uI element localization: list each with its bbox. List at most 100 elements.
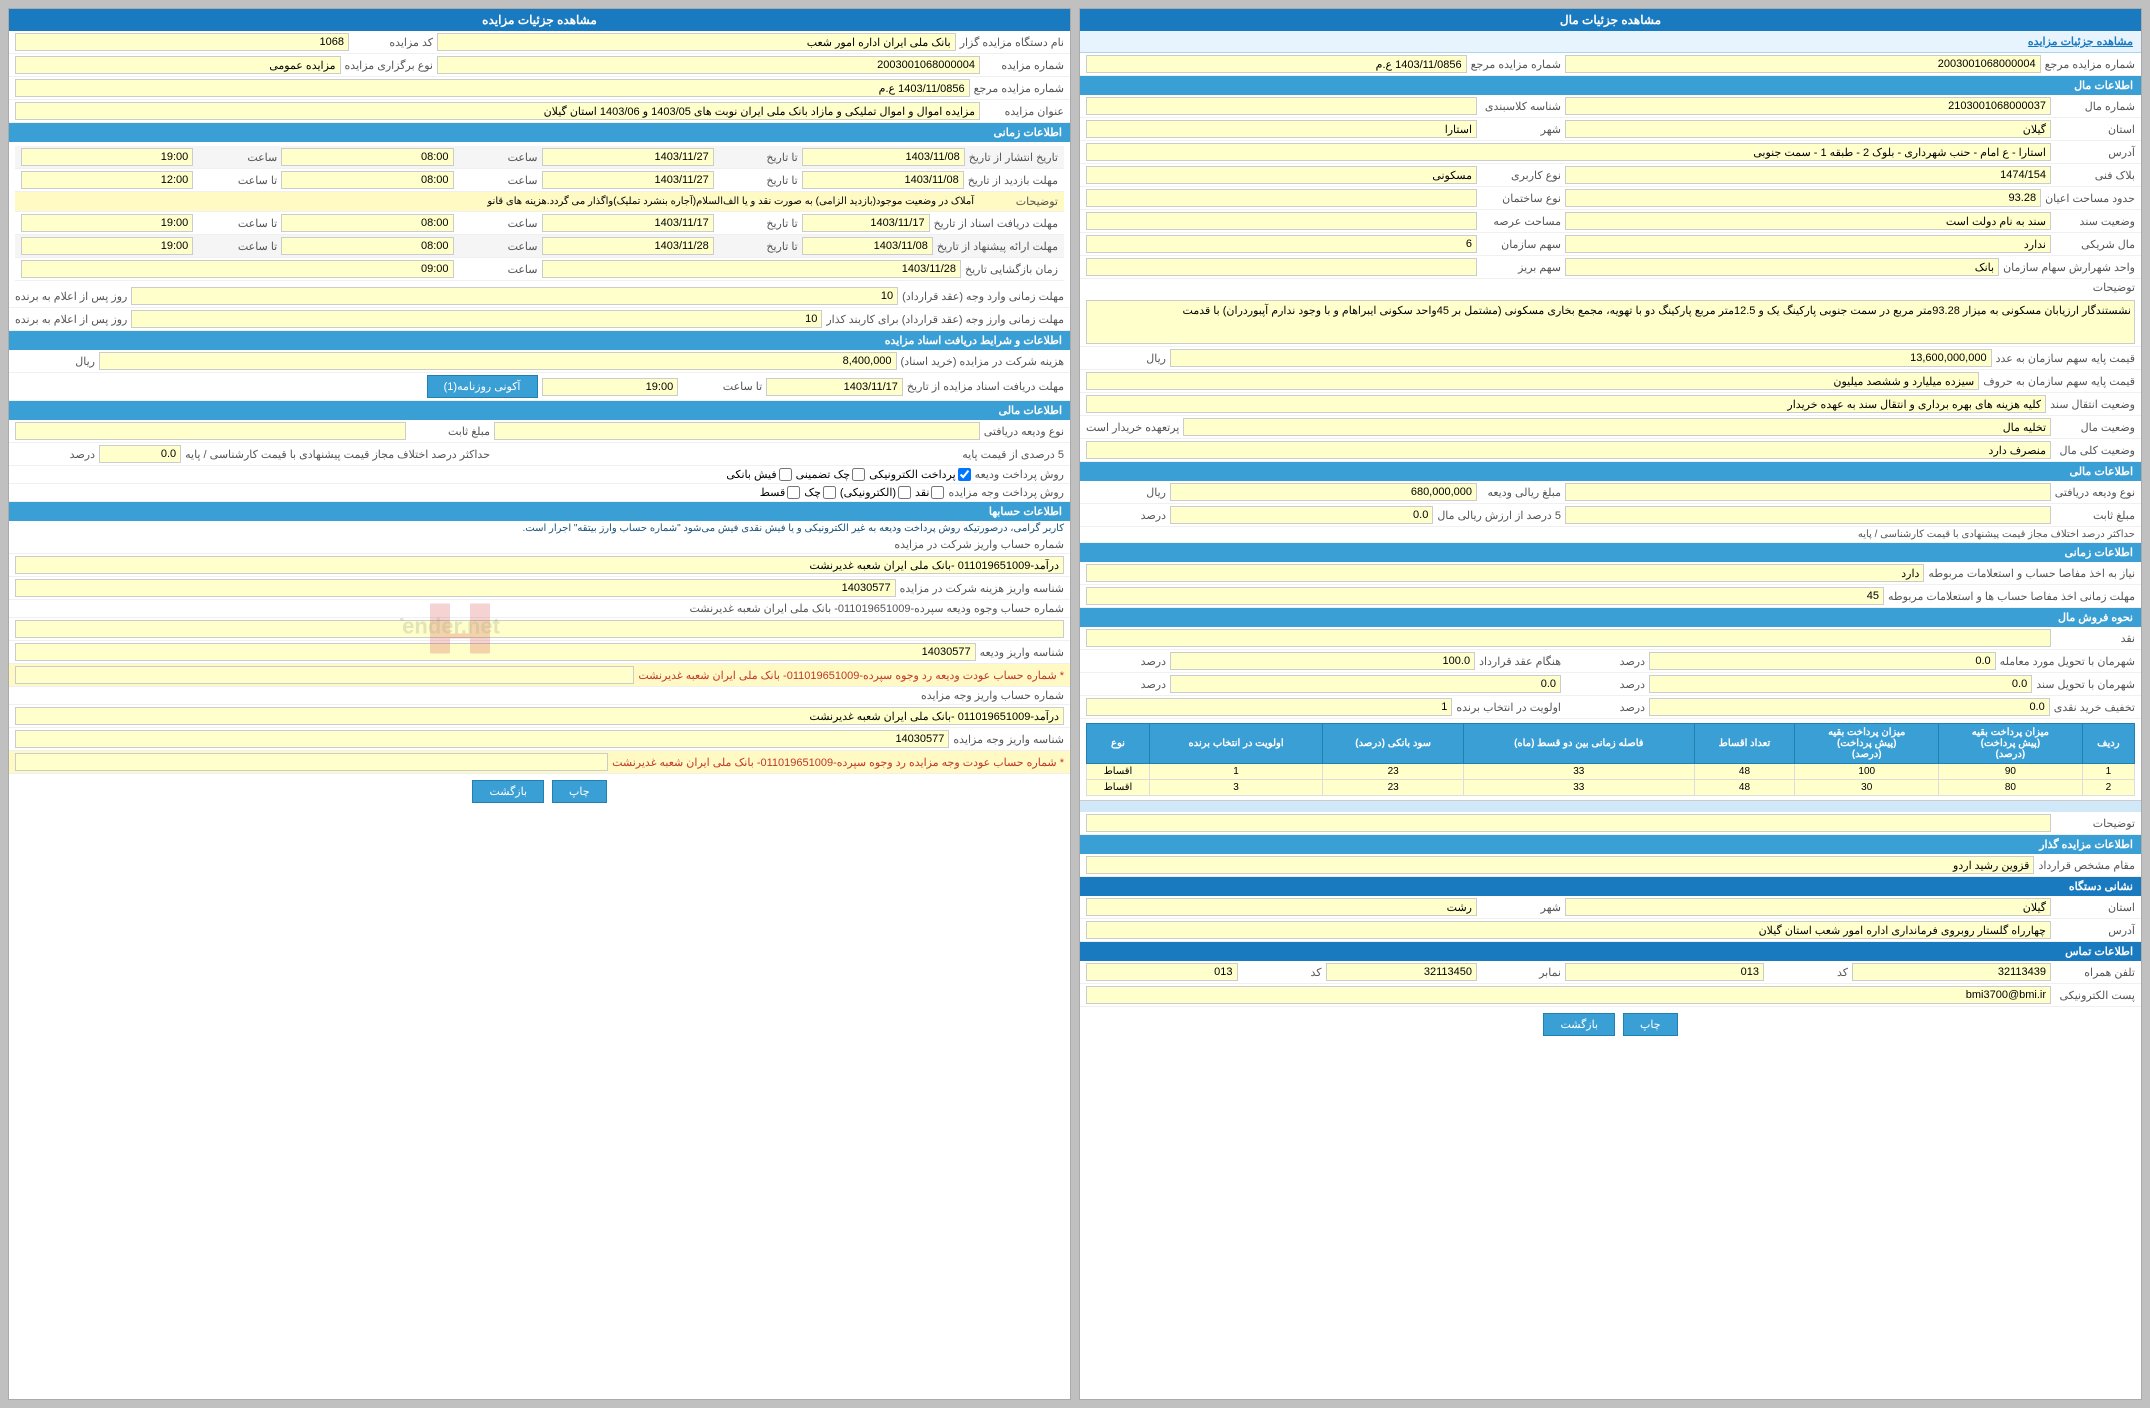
breadcrumb-link[interactable]: مشاهده جزئیات مزایده [2028, 36, 2133, 48]
bazgoshayi-date-input[interactable] [542, 260, 962, 278]
pishnahad-to-input[interactable] [542, 237, 714, 255]
pardakht-electronic2-checkbox[interactable]: (الکترونیکی) [840, 486, 911, 499]
vaziat-mal-input[interactable] [1183, 418, 2051, 436]
nehayat-input[interactable] [1086, 564, 1924, 582]
bazgashaid-to-time[interactable] [21, 171, 193, 189]
pardakht-check2-checkbox[interactable]: چک [804, 486, 836, 499]
qimat-input[interactable] [1170, 349, 1992, 367]
code-input-r[interactable] [15, 33, 349, 51]
bazgoshayi-time-input[interactable] [21, 260, 454, 278]
akoni-button[interactable]: آکونی روزنامه(1) [427, 375, 538, 398]
pishnahad-from-input[interactable] [802, 237, 933, 255]
adrs-input[interactable] [1086, 921, 2051, 939]
shahrestan-input2[interactable] [1086, 898, 1477, 916]
mablagh-input[interactable] [1170, 483, 1477, 501]
vadie-r-input[interactable] [494, 422, 980, 440]
auction-ref-input[interactable] [1086, 55, 1467, 73]
daryaft-from-input[interactable] [802, 214, 930, 232]
sho-input-r[interactable] [437, 56, 980, 74]
tozih2-input[interactable] [1086, 814, 2051, 832]
shenase2-input[interactable] [15, 643, 976, 661]
mablagh2-input[interactable] [1565, 506, 2051, 524]
pardakht-check-checkbox[interactable]: چک تضمینی [796, 468, 865, 481]
mazayde-gozar-input[interactable] [437, 33, 956, 51]
naghd3-input[interactable] [1170, 675, 1561, 693]
pardakht-naghd-checkbox[interactable]: نقد [915, 486, 944, 499]
sahm-input[interactable] [1086, 235, 1477, 253]
tel-input[interactable] [1852, 963, 2051, 981]
magham-input[interactable] [1086, 856, 2034, 874]
shenase3-input[interactable] [15, 730, 949, 748]
print-button-left[interactable]: چاپ [1623, 1013, 1678, 1036]
masahat2-input[interactable] [1086, 212, 1477, 230]
shahrestan-input[interactable] [1086, 120, 1477, 138]
fax-input[interactable] [1326, 963, 1478, 981]
mablagh-r-input[interactable] [15, 422, 406, 440]
tahvil-input[interactable] [1649, 675, 2032, 693]
takhliye-input[interactable] [1086, 441, 2051, 459]
back-button-right[interactable]: بازگشت [472, 780, 544, 803]
pishnahad-to-time[interactable] [21, 237, 193, 255]
daryaft-from-time[interactable] [281, 214, 453, 232]
tel-code-input[interactable] [1565, 963, 1764, 981]
mal-number-input[interactable] [1565, 97, 2051, 115]
pardakht-fax-checkbox[interactable]: فیش بانکی [726, 468, 791, 481]
enteshar-from-time[interactable] [281, 148, 453, 166]
mohlat-input[interactable] [1086, 587, 1884, 605]
hesab1-input[interactable] [15, 556, 1064, 574]
barghzari-input-r[interactable] [15, 56, 341, 74]
pardakht-qist-checkbox[interactable]: قسط [760, 486, 801, 499]
daryaft-to-time[interactable] [21, 214, 193, 232]
naghd-main-input[interactable] [1086, 629, 2051, 647]
vadie-input[interactable] [1565, 483, 2051, 501]
darsad-input[interactable] [1170, 506, 1433, 524]
mohlat-daryaft-input[interactable] [766, 378, 903, 396]
enteshar-from-input[interactable] [802, 148, 965, 166]
city-input[interactable] [1565, 120, 2051, 138]
bazgashaid-to-input[interactable] [542, 171, 714, 189]
hesab5-input[interactable] [15, 753, 608, 771]
tozih-textarea[interactable]: نشستندگار ارزیابان مسکونی به میزار 93.28… [1086, 300, 2135, 344]
auction-number-input[interactable] [1565, 55, 2041, 73]
hesab3-input[interactable] [15, 666, 634, 684]
hesab2-input[interactable] [15, 620, 1064, 638]
print-button-right[interactable]: چاپ [552, 780, 607, 803]
sahm-viz-input[interactable] [1086, 258, 1477, 276]
mohlat-vazie2-input[interactable] [131, 310, 822, 328]
scrollbar[interactable] [1080, 800, 2141, 812]
takhfif-input[interactable] [1649, 698, 2050, 716]
enteshar-to-input[interactable] [542, 148, 714, 166]
onvan-input-r[interactable] [15, 102, 980, 120]
masahat-input[interactable] [1565, 189, 2041, 207]
fax-code-input[interactable] [1086, 963, 1238, 981]
entghal-input[interactable] [1086, 395, 2046, 413]
breadcrumb[interactable]: مشاهده جزئیات مزایده [1080, 31, 2141, 53]
sakhtemanType-input[interactable] [1086, 189, 1477, 207]
sanand-input[interactable] [1086, 698, 1452, 716]
enteshar-to-time[interactable] [21, 148, 193, 166]
daryaft-to-input[interactable] [542, 214, 714, 232]
back-button-left[interactable]: بازگشت [1543, 1013, 1615, 1036]
email-input[interactable] [1086, 986, 2051, 1004]
bazgashaid-from-input[interactable] [802, 171, 964, 189]
moamele-input[interactable] [1649, 652, 1996, 670]
vaziat-input[interactable] [1565, 212, 2051, 230]
address-input[interactable] [1086, 143, 2051, 161]
block-input[interactable] [1565, 166, 2051, 184]
sharik-input[interactable] [1565, 235, 2051, 253]
bazgashaid-from-time[interactable] [281, 171, 453, 189]
shenase1-input[interactable] [15, 579, 896, 597]
ref-input-r[interactable] [15, 79, 970, 97]
pishnahad-from-time[interactable] [281, 237, 453, 255]
hezine-input[interactable] [99, 352, 897, 370]
hesab4-input[interactable] [15, 707, 1064, 725]
qimat-harfi-input[interactable] [1086, 372, 1979, 390]
darsad-r-input[interactable] [99, 445, 181, 463]
mohlat-daryaft-time[interactable] [542, 378, 679, 396]
ostan-input[interactable] [1565, 898, 2051, 916]
klasebandi-input[interactable] [1086, 97, 1477, 115]
karbari-input[interactable] [1086, 166, 1477, 184]
bank-input[interactable] [1565, 258, 1999, 276]
pardakht-electronic-checkbox[interactable]: پرداخت الکترونیکی [869, 468, 971, 481]
naghd2-input[interactable] [1170, 652, 1475, 670]
